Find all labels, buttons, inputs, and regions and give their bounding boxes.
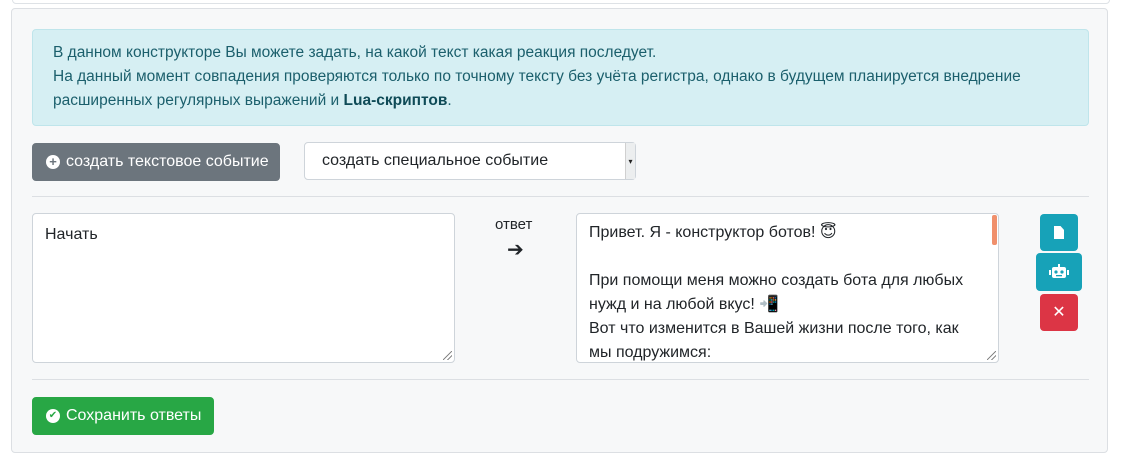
create-text-event-button[interactable]: + создать текстовое событие	[32, 143, 280, 181]
bot-constructor-card: В данном конструкторе Вы можете задать, …	[11, 8, 1108, 453]
divider-bottom	[32, 379, 1089, 380]
previous-card-edge	[12, 0, 1110, 4]
robot-icon	[1049, 264, 1069, 278]
response-line: Вот что изменится в Вашей жизни после то…	[589, 320, 959, 337]
trigger-text-value: Начать	[45, 226, 98, 243]
response-line: Привет. Я - конструктор ботов! 😇	[589, 224, 837, 241]
info-alert: В данном конструкторе Вы можете задать, …	[32, 29, 1089, 126]
special-event-select[interactable]: создать специальное событие ▾	[304, 142, 636, 180]
resize-grip-icon[interactable]	[987, 351, 996, 360]
answer-label: ответ	[495, 216, 533, 233]
delete-event-button[interactable]: ✕	[1040, 294, 1078, 331]
divider-top	[32, 196, 1089, 197]
info-line-1: В данном конструкторе Вы можете задать, …	[53, 44, 657, 61]
response-text-input[interactable]: Привет. Я - конструктор ботов! 😇 При пом…	[576, 213, 999, 363]
file-icon	[1054, 226, 1064, 239]
check-circle-icon: ✔	[46, 409, 60, 423]
create-text-event-label: создать текстовое событие	[66, 153, 269, 170]
select-arrow-icon: ▾	[625, 143, 635, 179]
response-line: нужд и на любой вкус! 📲	[589, 296, 780, 313]
arrow-right-icon: ➔	[507, 239, 524, 261]
response-line: При помощи меня можно создать бота для л…	[589, 272, 964, 289]
save-answers-button[interactable]: ✔ Сохранить ответы	[32, 397, 214, 435]
close-icon: ✕	[1052, 303, 1066, 321]
response-line	[589, 245, 986, 269]
bot-action-button[interactable]	[1036, 253, 1082, 291]
trigger-text-input[interactable]: Начать	[32, 213, 455, 363]
save-answers-label: Сохранить ответы	[66, 407, 202, 424]
special-event-selected-value: создать специальное событие	[322, 152, 549, 169]
lua-scripts-bold: Lua-скриптов	[343, 92, 448, 109]
response-line: мы подружимся:	[589, 344, 712, 361]
attach-file-button[interactable]	[1040, 214, 1078, 251]
plus-circle-icon: +	[46, 155, 60, 169]
info-line-2: На данный момент совпадения проверяются …	[53, 68, 1021, 109]
scrollbar-thumb[interactable]	[992, 215, 997, 245]
resize-grip-icon[interactable]	[443, 351, 452, 360]
